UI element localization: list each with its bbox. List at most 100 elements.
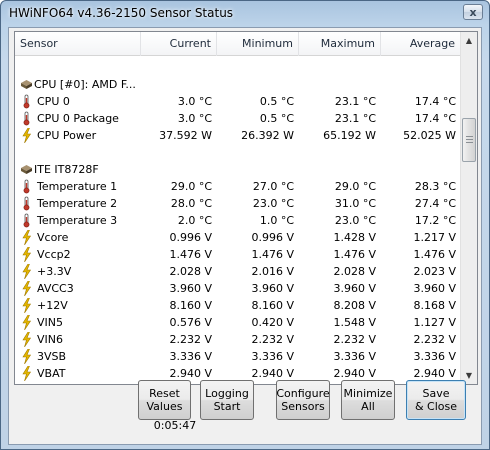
sensor-rows: CPU [#0]: AMD F... CPU 0 3.0 °C 0.5 °C 23.1 … <box>15 56 461 384</box>
sensor-group-row[interactable]: CPU [#0]: AMD F... <box>15 76 461 93</box>
cell-sensor: CPU [#0]: AMD F... <box>34 78 136 91</box>
sensor-row[interactable]: AVCC3 3.960 V 3.960 V 3.960 V 3.960 V <box>15 280 461 297</box>
close-icon: x <box>469 5 477 19</box>
cell-current: 1.476 V <box>169 248 212 261</box>
cell-current: 28.0 °C <box>170 197 212 210</box>
sensor-row[interactable]: Vccp2 1.476 V 1.476 V 1.476 V 1.476 V <box>15 246 461 263</box>
cell-maximum: 8.208 V <box>333 299 376 312</box>
cell-maximum: 1.548 V <box>333 316 376 329</box>
title-bar[interactable]: HWiNFO64 v4.36-2150 Sensor Status x <box>1 1 489 27</box>
cell-maximum: 3.336 V <box>333 350 376 363</box>
cell-sensor: +3.3V <box>37 265 72 278</box>
save-close-button[interactable]: Save & Close <box>406 380 466 420</box>
cell-average: 2.232 V <box>413 333 456 346</box>
scroll-up-button[interactable]: ▲ <box>461 32 477 49</box>
cell-average: 27.4 °C <box>414 197 456 210</box>
cell-average: 52.025 W <box>403 129 456 142</box>
sensor-row[interactable]: CPU 0 3.0 °C 0.5 °C 23.1 °C 17.4 °C <box>15 93 461 110</box>
sensor-row[interactable]: Temperature 2 28.0 °C 23.0 °C 31.0 °C 27.4 °… <box>15 195 461 212</box>
cell-current: 3.960 V <box>169 282 212 295</box>
cell-average: 1.476 V <box>413 248 456 261</box>
cell-current: 3.336 V <box>169 350 212 363</box>
cell-minimum: 2.016 V <box>251 265 294 278</box>
cell-sensor: ITE IT8728F <box>34 163 99 176</box>
cell-sensor: CPU 0 <box>37 95 70 108</box>
scrollbar-thumb[interactable] <box>462 118 476 162</box>
sensor-row[interactable]: Vcore 0.996 V 0.996 V 1.428 V 1.217 V <box>15 229 461 246</box>
cell-minimum: 3.960 V <box>251 282 294 295</box>
cell-sensor: AVCC3 <box>37 282 74 295</box>
vertical-scrollbar[interactable]: ▲ ▼ <box>460 32 477 384</box>
cell-maximum: 1.476 V <box>333 248 376 261</box>
column-header-minimum[interactable]: Minimum <box>217 32 299 56</box>
column-header-maximum[interactable]: Maximum <box>299 32 381 56</box>
sensor-row[interactable]: VIN5 0.576 V 0.420 V 1.548 V 1.127 V <box>15 314 461 331</box>
cell-minimum: 1.476 V <box>251 248 294 261</box>
cell-maximum: 2.028 V <box>333 265 376 278</box>
cell-maximum: 3.960 V <box>333 282 376 295</box>
arrow-up-icon: ▲ <box>465 36 473 45</box>
cell-maximum: 29.0 °C <box>334 180 376 193</box>
configure-sensors-button[interactable]: Configure Sensors <box>276 380 330 420</box>
column-header-average[interactable]: Average <box>381 32 461 56</box>
cell-average: 17.2 °C <box>414 214 456 227</box>
sensor-list[interactable]: Sensor Current Minimum Maximum Average C… <box>14 31 478 385</box>
cell-sensor: VIN6 <box>37 333 63 346</box>
cell-sensor: VBAT <box>37 367 66 380</box>
cell-minimum <box>217 76 299 93</box>
logging-start-button[interactable]: Logging Start <box>200 380 254 420</box>
sensor-row[interactable]: CPU Power 37.592 W 26.392 W 65.192 W 52.025 … <box>15 127 461 144</box>
cell-current: 3.0 °C <box>177 95 212 108</box>
window-title: HWiNFO64 v4.36-2150 Sensor Status <box>9 6 234 20</box>
elapsed-timer: 0:05:47 <box>153 419 197 432</box>
cell-maximum <box>299 161 381 178</box>
minimize-all-button[interactable]: Minimize All <box>341 380 395 420</box>
cell-current: 2.0 °C <box>177 214 212 227</box>
reset-values-button[interactable]: Reset Values <box>138 380 191 420</box>
cell-average: 3.960 V <box>413 282 456 295</box>
cell-minimum: 0.996 V <box>251 231 294 244</box>
cell-average <box>381 161 461 178</box>
cell-maximum: 31.0 °C <box>334 197 376 210</box>
column-header-current[interactable]: Current <box>141 32 217 56</box>
cell-minimum: 2.232 V <box>251 333 294 346</box>
cell-minimum <box>217 161 299 178</box>
cell-sensor: CPU 0 Package <box>37 112 119 125</box>
cell-average: 17.4 °C <box>414 95 456 108</box>
cell-maximum: 23.1 °C <box>334 95 376 108</box>
cell-sensor: Temperature 3 <box>37 214 118 227</box>
cell-current: 2.028 V <box>169 265 212 278</box>
cell-sensor: Temperature 2 <box>37 197 118 210</box>
cell-minimum: 0.420 V <box>251 316 294 329</box>
cell-maximum <box>299 76 381 93</box>
cell-sensor: Temperature 1 <box>37 180 118 193</box>
sensor-row[interactable]: CPU 0 Package 3.0 °C 0.5 °C 23.1 °C 17.4 °C <box>15 110 461 127</box>
cell-sensor: VIN5 <box>37 316 63 329</box>
cell-average: 1.217 V <box>413 231 456 244</box>
column-header-sensor[interactable]: Sensor <box>15 32 141 56</box>
cell-maximum: 23.1 °C <box>334 112 376 125</box>
cell-sensor: 3VSB <box>37 350 67 363</box>
cell-average: 17.4 °C <box>414 112 456 125</box>
cell-maximum: 23.0 °C <box>334 214 376 227</box>
cell-maximum: 65.192 W <box>323 129 376 142</box>
cell-average: 28.3 °C <box>414 180 456 193</box>
cell-current: 29.0 °C <box>170 180 212 193</box>
cell-sensor: Vcore <box>37 231 69 244</box>
sensor-row[interactable]: Temperature 1 29.0 °C 27.0 °C 29.0 °C 28.3 °… <box>15 178 461 195</box>
sensor-row[interactable]: 3VSB 3.336 V 3.336 V 3.336 V 3.336 V <box>15 348 461 365</box>
sensor-row[interactable]: +12V 8.160 V 8.160 V 8.208 V 8.168 V <box>15 297 461 314</box>
sensor-group-row[interactable]: ITE IT8728F <box>15 161 461 178</box>
cell-minimum: 23.0 °C <box>252 197 294 210</box>
cell-minimum: 0.5 °C <box>259 112 294 125</box>
cell-sensor: +12V <box>37 299 68 312</box>
cell-current: 37.592 W <box>159 129 212 142</box>
cell-sensor: CPU Power <box>37 129 97 142</box>
sensor-row[interactable]: VIN6 2.232 V 2.232 V 2.232 V 2.232 V <box>15 331 461 348</box>
cell-current: 0.996 V <box>169 231 212 244</box>
close-button[interactable]: x <box>463 4 483 20</box>
sensor-row[interactable]: Temperature 3 2.0 °C 1.0 °C 23.0 °C 17.2 °C <box>15 212 461 229</box>
sensor-row[interactable]: +3.3V 2.028 V 2.016 V 2.028 V 2.023 V <box>15 263 461 280</box>
cell-maximum: 2.232 V <box>333 333 376 346</box>
cell-average: 1.127 V <box>413 316 456 329</box>
